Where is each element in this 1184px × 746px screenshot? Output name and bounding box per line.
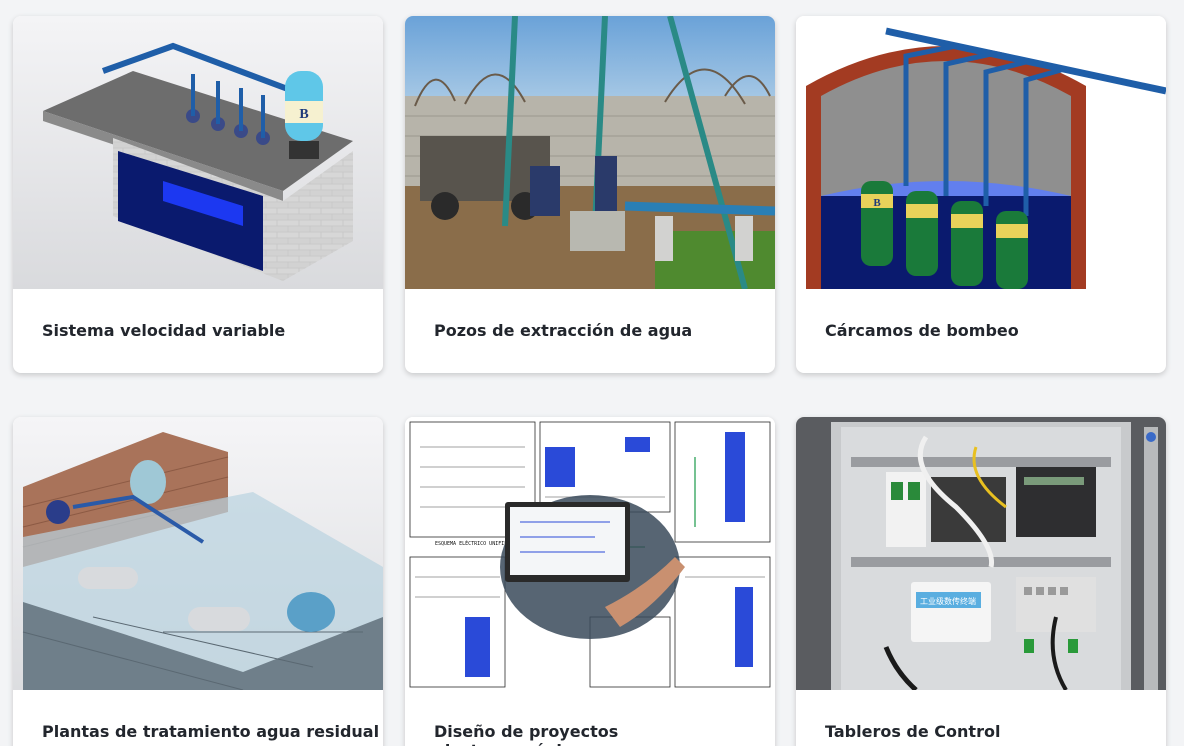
logo-letter: B: [873, 197, 881, 209]
service-card-water-wells[interactable]: Pozos de extracción de agua: [405, 16, 775, 373]
electromechanical-drawings-image: ESQUEMA ELÉCTRICO UNIFILAR: [405, 417, 775, 690]
service-card-variable-speed[interactable]: B Sistema velocidad variable: [13, 16, 383, 373]
logo-letter: B: [299, 107, 308, 122]
service-card-control-panels[interactable]: 工业级数传终端 Tableros de Control: [796, 417, 1166, 746]
module-label: 工业级数传终端: [920, 596, 976, 606]
water-well-drilling-image: [405, 16, 775, 289]
variable-speed-system-image: B: [13, 16, 383, 289]
service-card-pumping-wells[interactable]: B Cárcamos de bombeo: [796, 16, 1166, 373]
service-card-wastewater-plants[interactable]: Plantas de tratamiento agua residual: [13, 417, 383, 746]
service-card-electromechanical-design[interactable]: ESQUEMA ELÉCTRICO UNIFILAR Diseño de pro…: [405, 417, 775, 746]
card-title[interactable]: Diseño de proyectos electromecánicos: [405, 690, 775, 746]
card-title[interactable]: Sistema velocidad variable: [13, 289, 383, 373]
drawing-label: ESQUEMA ELÉCTRICO UNIFILAR: [435, 539, 514, 547]
card-title[interactable]: Tableros de Control: [796, 690, 1166, 746]
wastewater-treatment-plant-image: [13, 417, 383, 690]
card-title[interactable]: Plantas de tratamiento agua residual: [13, 690, 383, 746]
card-title[interactable]: Cárcamos de bombeo: [796, 289, 1166, 373]
control-panel-image: 工业级数传终端: [796, 417, 1166, 690]
card-title[interactable]: Pozos de extracción de agua: [405, 289, 775, 373]
pumping-pit-image: B: [796, 16, 1166, 289]
